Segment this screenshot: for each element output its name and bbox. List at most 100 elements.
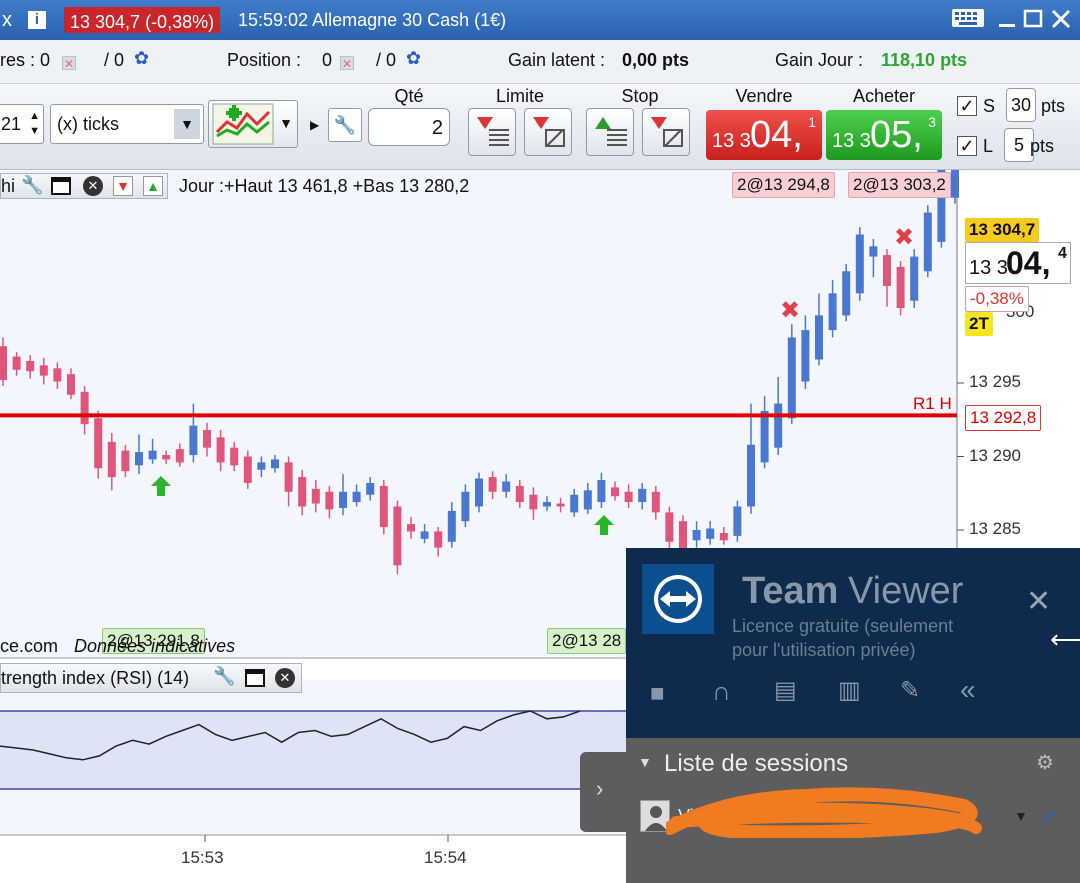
window-icon[interactable]	[245, 669, 265, 687]
arrow-left-icon[interactable]: ⟵	[1050, 624, 1080, 655]
draw-order-icon	[545, 129, 565, 147]
candle-body	[257, 462, 266, 470]
chevron-right-icon[interactable]: ›	[596, 776, 603, 802]
candle-body	[923, 212, 932, 272]
candle-body	[787, 337, 796, 419]
info-icon[interactable]: i	[28, 11, 46, 29]
sessions-title: Liste de sessions	[664, 750, 849, 777]
buy-button[interactable]: 13 3 05, 3	[826, 110, 942, 160]
limit-sell-draw-button[interactable]	[524, 108, 572, 156]
session-dropdown-icon[interactable]: ▼	[1014, 808, 1028, 824]
paintbrush-icon[interactable]: ✎	[900, 676, 920, 705]
orders-cancel-icon[interactable]: ✕	[62, 52, 76, 73]
sell-signal-cross[interactable]: ✖	[894, 223, 914, 251]
candle-body	[747, 444, 755, 507]
indicator-dropdown-icon[interactable]: ▼	[279, 115, 293, 131]
stepper-arrows-icon[interactable]: ▲ ▼	[29, 109, 40, 139]
candle-body	[107, 441, 116, 478]
connect-arrow-icon[interactable]: ➚	[1040, 804, 1057, 829]
candle-body	[543, 502, 551, 507]
candle-body	[733, 506, 742, 536]
candle-body	[896, 266, 905, 309]
teamviewer-logo	[642, 564, 714, 634]
window-icon[interactable]	[51, 177, 71, 195]
close-icon[interactable]: ✕	[1026, 584, 1051, 619]
wrench-icon[interactable]: 🔧	[21, 175, 43, 196]
minimize-icon[interactable]	[994, 6, 1020, 32]
order-tag[interactable]: 2@13 294,8	[732, 172, 835, 198]
gear-icon[interactable]: ✿	[406, 48, 421, 69]
candle-body	[379, 485, 388, 528]
qty-value: 2	[431, 117, 443, 139]
buy-order-icon[interactable]: ▲	[143, 176, 163, 196]
sell-signal-cross[interactable]: ✖	[780, 296, 800, 324]
dropdown-arrow-icon[interactable]: ▼	[174, 109, 200, 139]
sell-price-prefix: 13 3	[712, 130, 751, 152]
candle-body	[311, 488, 320, 504]
candle-body	[760, 410, 769, 463]
position-label: Position :	[227, 50, 302, 70]
candle-body	[447, 510, 456, 542]
candle-body	[26, 360, 35, 372]
gear-icon[interactable]: ⚙	[1036, 750, 1054, 775]
buy-arrow-icon	[595, 117, 611, 129]
candle-body	[243, 456, 252, 483]
close-circle-icon[interactable]: ✕	[275, 668, 295, 688]
close-icon[interactable]	[1048, 6, 1074, 32]
candle-body	[271, 459, 279, 469]
candle-body	[719, 532, 728, 541]
stop-buy-button[interactable]	[586, 108, 634, 156]
stop-loss-checkbox[interactable]: ✓	[957, 96, 977, 116]
teamviewer-collapse-tab[interactable]: ›	[580, 752, 628, 832]
gear-icon[interactable]: ✿	[134, 48, 149, 69]
maximize-icon[interactable]	[1020, 6, 1046, 32]
chat-icon[interactable]: ▤	[774, 676, 797, 705]
order-list-icon	[607, 129, 627, 147]
current-price-decimal: 4	[1058, 245, 1067, 262]
teamviewer-brand-bold: Team	[742, 570, 839, 612]
candle-body	[883, 255, 891, 286]
sell-order-icon[interactable]: ▼	[113, 176, 133, 196]
collapse-triangle-icon[interactable]: ▼	[638, 754, 652, 770]
limit-checkbox[interactable]: ✓	[957, 136, 977, 156]
candle-body	[162, 455, 171, 460]
percent-change-tag: -0,38%	[965, 286, 1029, 312]
double-chevron-left-icon[interactable]: «	[960, 674, 976, 706]
stop-sell-draw-button[interactable]	[642, 108, 690, 156]
unit-select[interactable]: (x) ticks ▼	[50, 104, 204, 144]
candle-body	[597, 480, 606, 503]
candle-body	[0, 346, 7, 381]
qty-input[interactable]: 2	[368, 108, 450, 146]
candle-body	[94, 418, 103, 469]
position-cancel-icon[interactable]: ✕	[340, 52, 354, 73]
teamviewer-logo-icon	[654, 575, 702, 623]
wrench-icon[interactable]: 🔧	[213, 666, 235, 687]
rsi-header: trength index (RSI) (14) 🔧 ✕	[0, 663, 302, 693]
candle-body	[515, 485, 524, 503]
candle-body	[815, 315, 823, 360]
candle-body	[951, 170, 959, 198]
buy-price-decimal: 3	[928, 114, 936, 130]
wrench-icon[interactable]: 🔧	[328, 108, 362, 142]
video-icon[interactable]: ■	[650, 680, 665, 708]
indicator-button[interactable]: ▼	[208, 100, 298, 148]
keyboard-icon[interactable]	[950, 6, 986, 32]
candle-body	[352, 491, 361, 503]
stop-loss-pts-input[interactable]: 30	[1006, 88, 1036, 122]
sell-arrow-icon	[651, 117, 667, 129]
sell-button[interactable]: 13 3 04, 1	[706, 110, 822, 160]
limit-sell-button[interactable]	[468, 108, 516, 156]
price-change-badge: 13 304,7 (-0,38%)	[64, 7, 221, 33]
candle-body	[570, 494, 579, 513]
executed-order-tag[interactable]: 2@13 28	[547, 628, 627, 654]
order-tag[interactable]: 2@13 303,2	[848, 172, 951, 198]
interval-stepper[interactable]: 21 ▲ ▼	[0, 104, 44, 144]
candle-body	[869, 246, 878, 257]
files-icon[interactable]: ▥	[838, 676, 861, 705]
position-info-bar: res : 0 ✕ / 0 ✿ Position : 0 ✕ / 0 ✿ Gai…	[0, 40, 1080, 84]
close-circle-icon[interactable]: ✕	[83, 176, 103, 196]
expand-arrow-icon[interactable]: ▶	[310, 118, 319, 132]
headset-icon[interactable]: ∩	[712, 676, 731, 707]
candle-body	[420, 531, 429, 539]
candle-body	[638, 488, 647, 503]
